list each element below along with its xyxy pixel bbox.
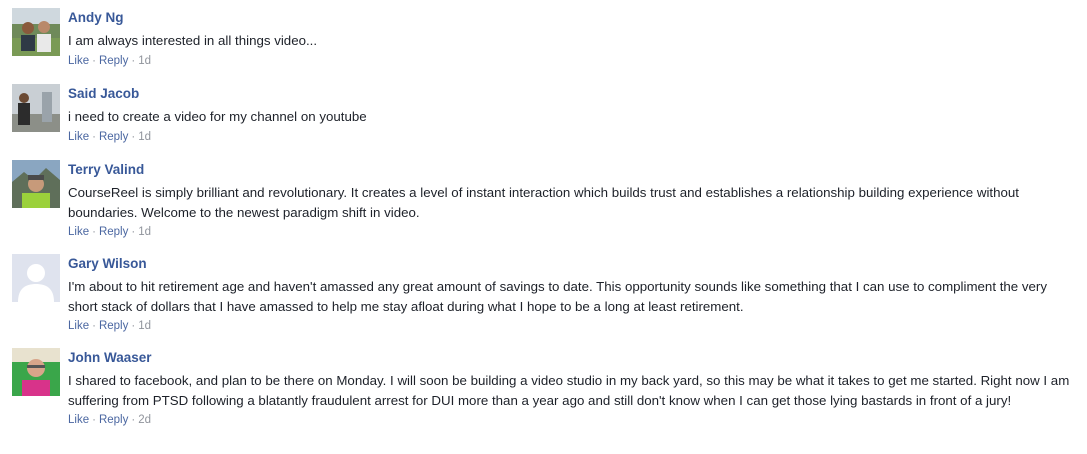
author-name[interactable]: Gary Wilson	[68, 254, 1077, 272]
profile-photo-icon	[12, 348, 60, 396]
like-link[interactable]: Like	[68, 320, 89, 332]
like-link[interactable]: Like	[68, 55, 89, 67]
separator: ·	[92, 320, 96, 333]
profile-photo-icon	[12, 8, 60, 56]
comment-text: I'm about to hit retirement age and have…	[68, 279, 1051, 314]
separator: ·	[92, 130, 96, 143]
comment-actions: Like · Reply · 1d	[68, 319, 1077, 334]
timestamp[interactable]: 2d	[138, 414, 151, 426]
timestamp[interactable]: 1d	[138, 131, 151, 143]
author-name[interactable]: Said Jacob	[68, 84, 1077, 102]
profile-photo-icon	[12, 160, 60, 208]
profile-photo-icon	[12, 84, 60, 132]
comment-actions: Like · Reply · 1d	[68, 225, 1077, 240]
reply-link[interactable]: Reply	[99, 131, 128, 143]
avatar[interactable]	[12, 160, 60, 208]
like-link[interactable]: Like	[68, 226, 89, 238]
timestamp[interactable]: 1d	[138, 55, 151, 67]
timestamp[interactable]: 1d	[138, 320, 151, 332]
comment-actions: Like · Reply · 1d	[68, 54, 1077, 69]
reply-link[interactable]: Reply	[99, 55, 128, 67]
comment-actions: Like · Reply · 2d	[68, 413, 1077, 428]
reply-link[interactable]: Reply	[99, 320, 128, 332]
separator: ·	[131, 320, 136, 333]
avatar[interactable]	[12, 254, 60, 302]
avatar[interactable]	[12, 8, 60, 56]
default-silhouette-icon	[12, 254, 60, 302]
separator: ·	[92, 226, 96, 239]
timestamp[interactable]: 1d	[138, 226, 151, 238]
comment-body: Gary Wilson I'm about to hit retirement …	[68, 254, 1077, 334]
author-name[interactable]: Andy Ng	[68, 8, 1077, 26]
comment-body: Andy Ng I am always interested in all th…	[68, 8, 1077, 69]
author-name[interactable]: John Waaser	[68, 348, 1077, 366]
author-name[interactable]: Terry Valind	[68, 160, 1077, 178]
comment-body: Terry Valind CourseReel is simply brilli…	[68, 160, 1077, 240]
comment-body: Said Jacob i need to create a video for …	[68, 84, 1077, 145]
comment-body: John Waaser I shared to facebook, and pl…	[68, 348, 1077, 428]
comment-text: I am always interested in all things vid…	[68, 33, 318, 48]
reply-link[interactable]: Reply	[99, 414, 128, 426]
separator: ·	[92, 414, 96, 427]
comment-text: I shared to facebook, and plan to be the…	[68, 373, 1073, 408]
comment-text: CourseReel is simply brilliant and revol…	[68, 185, 1023, 220]
comment-actions: Like · Reply · 1d	[68, 130, 1077, 145]
separator: ·	[131, 226, 136, 239]
separator: ·	[131, 414, 136, 427]
comment-text: i need to create a video for my channel …	[68, 109, 367, 124]
avatar[interactable]	[12, 84, 60, 132]
reply-link[interactable]: Reply	[99, 226, 128, 238]
like-link[interactable]: Like	[68, 131, 89, 143]
separator: ·	[131, 130, 136, 143]
separator: ·	[131, 54, 136, 67]
like-link[interactable]: Like	[68, 414, 89, 426]
avatar[interactable]	[12, 348, 60, 396]
separator: ·	[92, 54, 96, 67]
